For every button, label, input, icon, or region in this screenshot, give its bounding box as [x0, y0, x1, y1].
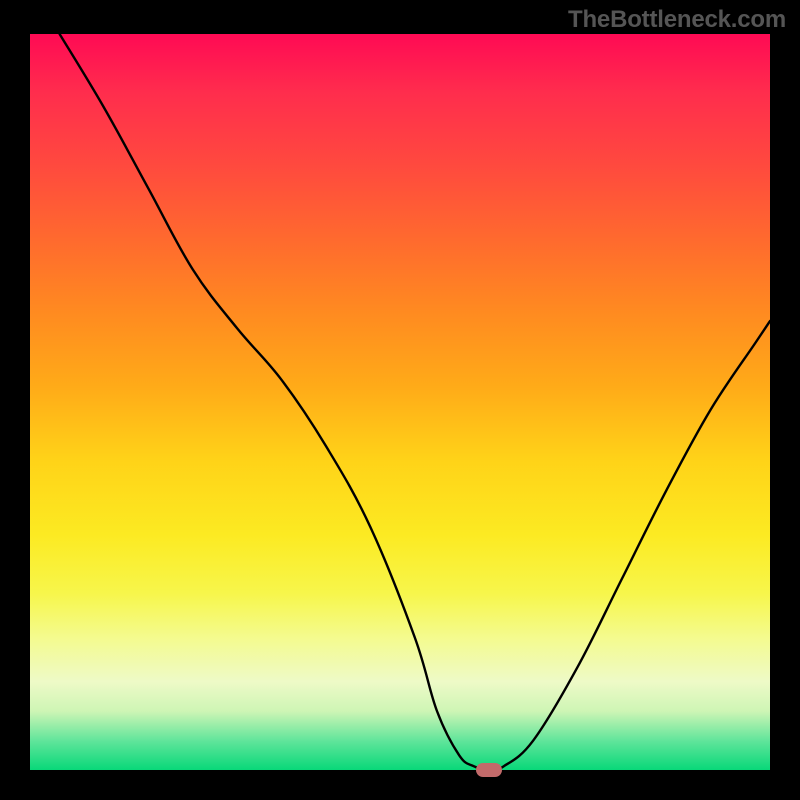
plot-area: [30, 34, 770, 770]
watermark-text: TheBottleneck.com: [568, 6, 786, 34]
optimum-marker: [476, 763, 502, 777]
curve-svg: [30, 34, 770, 770]
bottleneck-curve-path: [60, 34, 770, 770]
